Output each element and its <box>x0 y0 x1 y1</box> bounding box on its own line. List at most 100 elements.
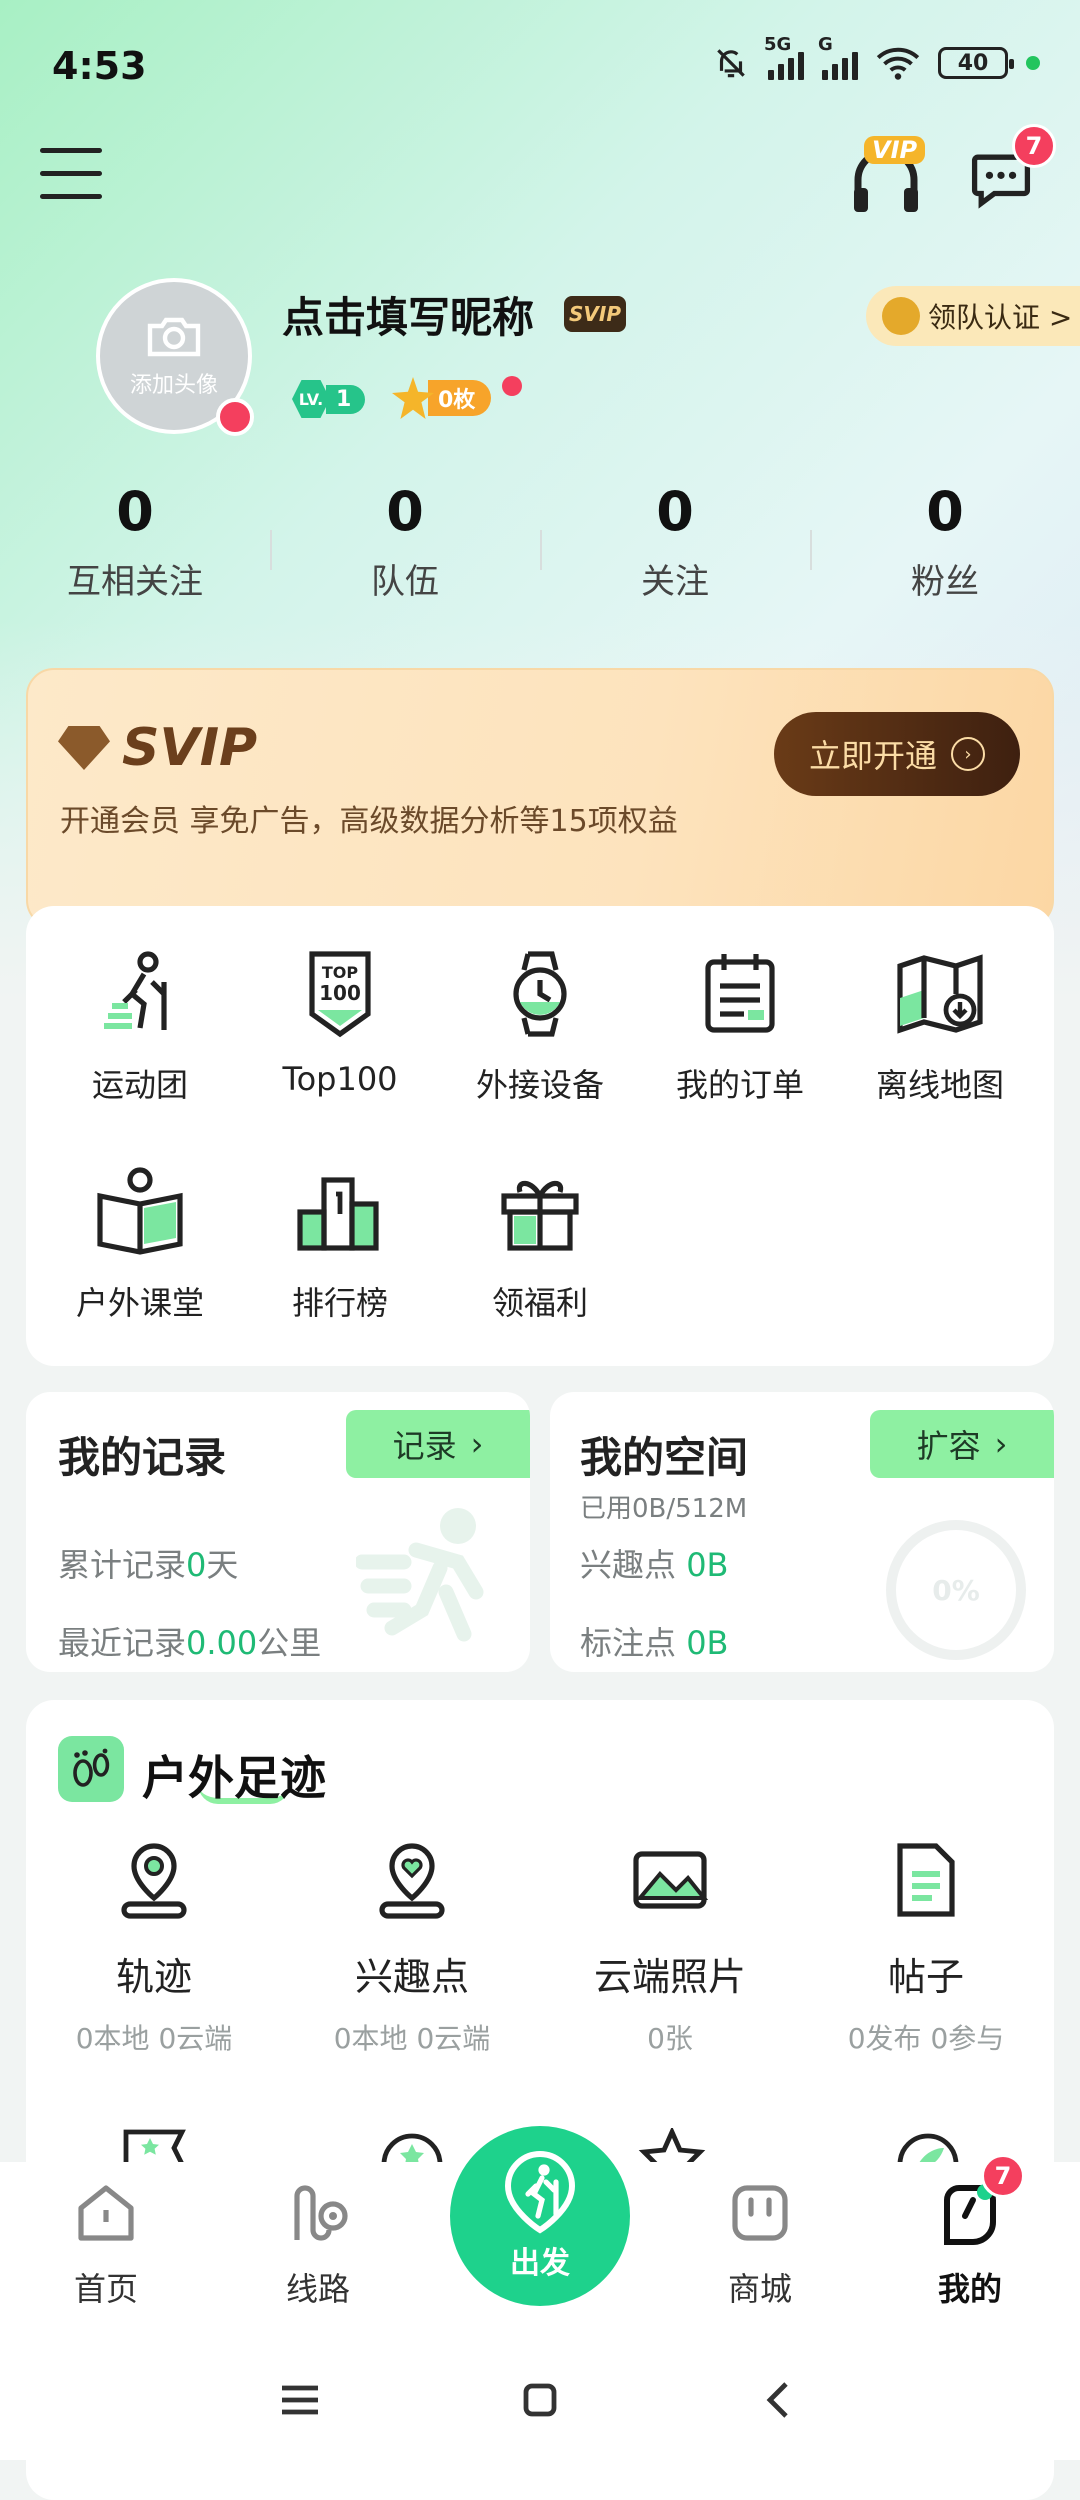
leader-cert-label: 领队认证 > <box>928 301 1073 334</box>
book-icon <box>92 1164 188 1260</box>
function-ranking[interactable]: 排行榜 <box>240 1164 440 1324</box>
shop-icon <box>727 2180 793 2246</box>
tab-routes[interactable]: 线路 <box>248 2180 388 2310</box>
gift-icon <box>492 1164 588 1260</box>
nickname[interactable]: 点击填写昵称 <box>282 284 534 345</box>
tab-mine[interactable]: 7 我的 <box>900 2154 1040 2310</box>
leader-cert-button[interactable]: 领队认证 > <box>866 286 1080 346</box>
space-title: 我的空间 <box>580 1433 749 1482</box>
stat-value: 0 <box>926 480 964 543</box>
nav-home-button[interactable] <box>510 2370 570 2430</box>
coins-badge[interactable]: 0枚 <box>392 377 492 419</box>
camera-icon <box>147 317 201 357</box>
stat-value: 0 <box>656 480 694 543</box>
my-space-card[interactable]: 我的空间 扩容 › 已用0B/512M 0% 兴趣点 0B 标注点 0B <box>550 1392 1054 1672</box>
chevron-right-icon: › <box>994 1425 1008 1463</box>
offline-map-icon <box>892 946 988 1042</box>
go-label: 出发 <box>510 2246 570 2281</box>
vip-support-button[interactable]: VIP <box>846 136 926 220</box>
footprint-sub: 0张 <box>647 2022 693 2055</box>
message-count-badge: 7 <box>1012 124 1056 168</box>
level-value: 1 <box>326 384 366 414</box>
tab-label: 商城 <box>727 2270 792 2308</box>
footprint-posts[interactable]: 帖子 0发布 0参与 <box>796 1838 1056 2057</box>
coins-notification-dot <box>502 376 522 396</box>
stat-teams[interactable]: 0 队伍 <box>270 480 540 620</box>
avatar-edit-badge <box>216 398 254 436</box>
space-usage-ring: 0% <box>886 1520 1026 1660</box>
stat-value: 0 <box>386 480 424 543</box>
level-hex-icon: LV. <box>292 380 330 418</box>
footprint-sub: 0发布 0参与 <box>847 2022 1005 2055</box>
function-label: 排行榜 <box>291 1284 388 1322</box>
records-recent-distance: 最近记录0.00公里 <box>58 1624 322 1662</box>
mute-bell-icon <box>717 49 745 78</box>
medal-icon <box>882 297 920 335</box>
footprint-sub: 0本地 0云端 <box>75 2022 233 2055</box>
status-icons: 5G G 40 <box>712 34 1040 82</box>
space-poi: 兴趣点 0B <box>580 1546 729 1584</box>
status-time: 4:53 <box>52 44 147 88</box>
function-top100[interactable]: TOP 100 Top100 <box>240 946 440 1098</box>
function-sport-group[interactable]: 运动团 <box>40 946 240 1106</box>
svip-open-label: 立即开通 <box>808 737 937 775</box>
photo-icon <box>628 1838 712 1922</box>
function-offline-map[interactable]: 离线地图 <box>840 946 1040 1106</box>
top100-badge-icon: TOP 100 <box>292 946 388 1042</box>
nav-menu-button[interactable] <box>270 2370 330 2430</box>
expand-button-label: 扩容 <box>916 1427 981 1465</box>
svip-description: 开通会员 享免广告，高级数据分析等15项权益 <box>60 804 678 839</box>
watch-icon <box>492 946 588 1042</box>
footprint-tracks[interactable]: 轨迹 0本地 0云端 <box>24 1838 284 2057</box>
function-label: 领福利 <box>491 1284 588 1322</box>
footprint-label: 轨迹 <box>115 1955 192 1999</box>
space-marks: 标注点 0B <box>580 1624 729 1662</box>
stat-label: 队伍 <box>371 562 439 602</box>
level-badge[interactable]: LV. 1 <box>292 380 366 418</box>
stat-label: 互相关注 <box>67 562 203 602</box>
privacy-dot <box>1026 56 1040 70</box>
function-label: 户外课堂 <box>75 1284 204 1322</box>
profile-icon: 7 <box>937 2154 1025 2246</box>
stat-fans[interactable]: 0 粉丝 <box>810 480 1080 620</box>
heart-pin-icon <box>370 1838 454 1922</box>
menu-button[interactable] <box>40 148 102 204</box>
messages-button[interactable]: 7 <box>968 124 1056 214</box>
tab-home[interactable]: 首页 <box>36 2180 176 2310</box>
records-button-label: 记录 <box>392 1427 457 1465</box>
records-title: 我的记录 <box>58 1433 227 1482</box>
document-icon <box>884 1838 968 1922</box>
function-benefits[interactable]: 领福利 <box>440 1164 640 1324</box>
function-label: Top100 <box>282 1060 398 1098</box>
footprint-cloud-photos[interactable]: 云端照片 0张 <box>540 1838 800 2057</box>
function-outdoor-class[interactable]: 户外课堂 <box>40 1164 240 1324</box>
footprint-poi[interactable]: 兴趣点 0本地 0云端 <box>282 1838 542 2057</box>
tab-label: 线路 <box>285 2270 350 2308</box>
records-total-days: 累计记录0天 <box>58 1546 239 1584</box>
records-button[interactable]: 记录 › <box>346 1410 530 1478</box>
stat-mutual-follow[interactable]: 0 互相关注 <box>0 480 270 620</box>
vip-label: VIP <box>864 136 926 164</box>
svip-tag[interactable]: SVIP <box>564 296 626 332</box>
expand-button[interactable]: 扩容 › <box>870 1410 1054 1478</box>
function-label: 外接设备 <box>475 1066 604 1104</box>
function-orders[interactable]: 我的订单 <box>640 946 840 1106</box>
svip-logo: SVIP <box>58 718 257 778</box>
podium-icon <box>292 1164 388 1260</box>
my-records-card[interactable]: 我的记录 记录 › 累计记录0天 最近记录0.00公里 <box>26 1392 530 1672</box>
stat-following[interactable]: 0 关注 <box>540 480 810 620</box>
hiker-pin-icon <box>504 2150 576 2234</box>
footprint-icon <box>58 1736 124 1802</box>
function-devices[interactable]: 外接设备 <box>440 946 640 1106</box>
runner-watermark-icon <box>356 1508 484 1642</box>
nav-back-button[interactable] <box>750 2370 810 2430</box>
signal-5g-icon: 5G <box>764 34 804 80</box>
stat-value: 0 <box>116 480 154 543</box>
menu-line <box>40 148 102 153</box>
go-button[interactable]: 出发 <box>444 2120 636 2312</box>
footprint-label: 云端照片 <box>593 1955 746 1999</box>
track-pin-icon <box>112 1838 196 1922</box>
svip-open-button[interactable]: 立即开通 › <box>774 712 1020 796</box>
tab-mall[interactable]: 商城 <box>690 2180 830 2310</box>
back-chevron-icon <box>766 2382 788 2418</box>
